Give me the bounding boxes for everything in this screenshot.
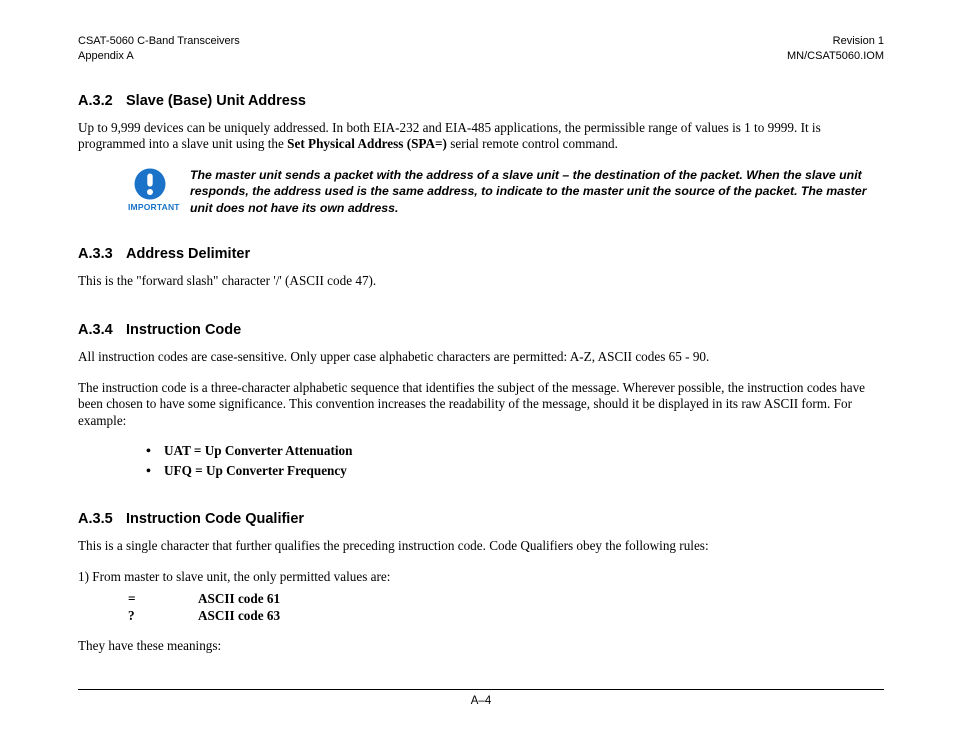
page-header: CSAT-5060 C-Band Transceivers Appendix A… — [78, 34, 884, 64]
heading-number: A.3.4 — [78, 321, 126, 339]
doc-revision: Revision 1 — [787, 34, 884, 49]
text-bold: Set Physical Address (SPA=) — [287, 136, 447, 151]
exclamation-circle-icon — [133, 167, 167, 201]
doc-title: CSAT-5060 C-Band Transceivers — [78, 34, 240, 49]
para-a32-1: Up to 9,999 devices can be uniquely addr… — [78, 120, 884, 153]
important-label: IMPORTANT — [128, 202, 172, 213]
text-run: serial remote control command. — [447, 136, 618, 151]
ordered-item-1: 1) From master to slave unit, the only p… — [78, 569, 884, 586]
important-text: The master unit sends a packet with the … — [190, 167, 884, 217]
header-left: CSAT-5060 C-Band Transceivers Appendix A — [78, 34, 240, 64]
list-item: UAT = Up Converter Attenuation — [164, 443, 884, 461]
heading-number: A.3.3 — [78, 245, 126, 263]
code-desc: ASCII code 61 — [198, 591, 280, 608]
example-list: UAT = Up Converter Attenuation UFQ = Up … — [78, 443, 884, 480]
page-number: A–4 — [471, 695, 491, 707]
footer-rule — [78, 689, 884, 690]
heading-number: A.3.2 — [78, 92, 126, 110]
page-footer: A–4 — [78, 689, 884, 708]
page: CSAT-5060 C-Band Transceivers Appendix A… — [0, 0, 954, 738]
doc-appendix: Appendix A — [78, 49, 240, 64]
code-table: = ASCII code 61 ? ASCII code 63 — [128, 591, 884, 624]
heading-a33: A.3.3Address Delimiter — [78, 245, 884, 263]
code-desc: ASCII code 63 — [198, 608, 280, 625]
heading-title: Slave (Base) Unit Address — [126, 93, 306, 109]
code-row: = ASCII code 61 — [128, 591, 884, 608]
doc-number: MN/CSAT5060.IOM — [787, 49, 884, 64]
heading-title: Address Delimiter — [126, 246, 250, 262]
para-a35-2: They have these meanings: — [78, 638, 884, 655]
para-a34-1: All instruction codes are case-sensitive… — [78, 349, 884, 366]
heading-title: Instruction Code — [126, 322, 241, 338]
para-a34-2: The instruction code is a three-characte… — [78, 380, 884, 430]
important-icon: IMPORTANT — [128, 167, 172, 213]
para-a35-1: This is a single character that further … — [78, 538, 884, 555]
heading-a35: A.3.5Instruction Code Qualifier — [78, 510, 884, 528]
heading-title: Instruction Code Qualifier — [126, 511, 304, 527]
header-right: Revision 1 MN/CSAT5060.IOM — [787, 34, 884, 64]
heading-number: A.3.5 — [78, 510, 126, 528]
important-callout: IMPORTANT The master unit sends a packet… — [128, 167, 884, 217]
para-a33-1: This is the "forward slash" character '/… — [78, 273, 884, 290]
code-row: ? ASCII code 63 — [128, 608, 884, 625]
code-symbol: ? — [128, 608, 198, 625]
heading-a32: A.3.2Slave (Base) Unit Address — [78, 92, 884, 110]
heading-a34: A.3.4Instruction Code — [78, 321, 884, 339]
list-item: UFQ = Up Converter Frequency — [164, 463, 884, 481]
code-symbol: = — [128, 591, 198, 608]
